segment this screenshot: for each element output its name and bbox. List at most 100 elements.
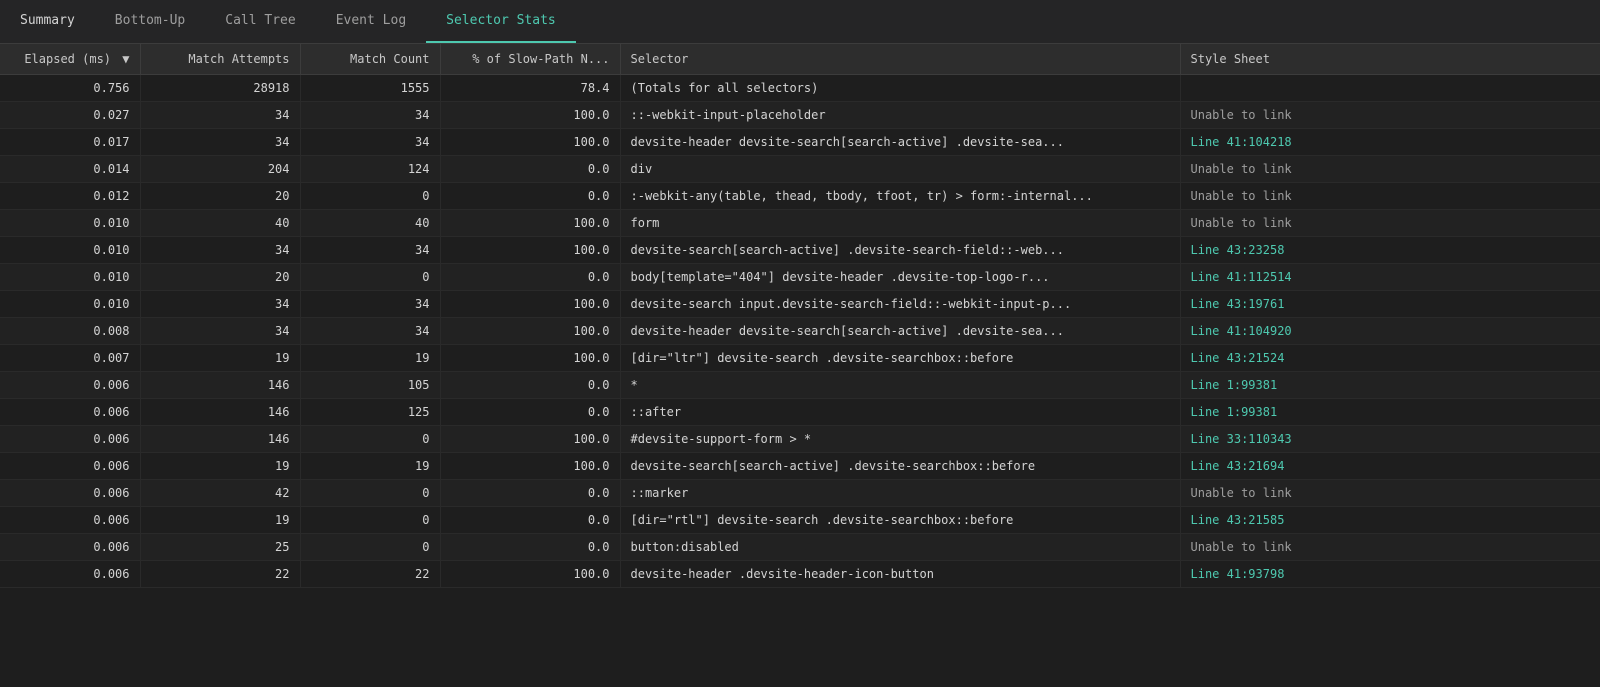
col-header-match-count[interactable]: Match Count: [300, 44, 440, 75]
cell-match-count: 34: [300, 129, 440, 156]
cell-stylesheet[interactable]: Line 43:21694: [1180, 453, 1600, 480]
cell-match-attempts: 20: [140, 264, 300, 291]
cell-stylesheet: Unable to link: [1180, 102, 1600, 129]
cell-match-count: 1555: [300, 75, 440, 102]
cell-selector: devsite-search[search-active] .devsite-s…: [620, 453, 1180, 480]
col-elapsed-label: Elapsed (ms): [24, 52, 111, 66]
cell-elapsed: 0.006: [0, 534, 140, 561]
cell-stylesheet: Unable to link: [1180, 534, 1600, 561]
cell-stylesheet: Unable to link: [1180, 210, 1600, 237]
cell-selector: #devsite-support-form > *: [620, 426, 1180, 453]
cell-slow-path: 0.0: [440, 183, 620, 210]
tab-selector-stats[interactable]: Selector Stats: [426, 0, 576, 43]
cell-match-count: 105: [300, 372, 440, 399]
table-row: 0.0122000.0:-webkit-any(table, thead, tb…: [0, 183, 1600, 210]
cell-elapsed: 0.006: [0, 480, 140, 507]
cell-slow-path: 100.0: [440, 561, 620, 588]
cell-stylesheet[interactable]: Line 1:99381: [1180, 372, 1600, 399]
col-match-attempts-label: Match Attempts: [188, 52, 289, 66]
table-row: 0.0102000.0body[template="404"] devsite-…: [0, 264, 1600, 291]
cell-slow-path: 100.0: [440, 291, 620, 318]
table-row: 0.0062222100.0devsite-header .devsite-he…: [0, 561, 1600, 588]
cell-elapsed: 0.017: [0, 129, 140, 156]
cell-elapsed: 0.008: [0, 318, 140, 345]
cell-match-attempts: 146: [140, 372, 300, 399]
cell-stylesheet[interactable]: Line 43:21585: [1180, 507, 1600, 534]
table-row: 0.0104040100.0formUnable to link: [0, 210, 1600, 237]
cell-elapsed: 0.006: [0, 507, 140, 534]
cell-elapsed: 0.027: [0, 102, 140, 129]
cell-stylesheet[interactable]: Line 1:99381: [1180, 399, 1600, 426]
cell-match-attempts: 204: [140, 156, 300, 183]
cell-match-count: 34: [300, 291, 440, 318]
col-match-count-label: Match Count: [350, 52, 429, 66]
cell-slow-path: 78.4: [440, 75, 620, 102]
col-header-selector[interactable]: Selector: [620, 44, 1180, 75]
table-row: 0.0061461250.0::afterLine 1:99381: [0, 399, 1600, 426]
cell-selector: devsite-header devsite-search[search-act…: [620, 318, 1180, 345]
table-row: 0.0064200.0::markerUnable to link: [0, 480, 1600, 507]
cell-match-attempts: 34: [140, 129, 300, 156]
cell-selector: devsite-search input.devsite-search-fiel…: [620, 291, 1180, 318]
table-row: 0.0061460100.0#devsite-support-form > *L…: [0, 426, 1600, 453]
cell-match-count: 34: [300, 102, 440, 129]
table-row: 0.0083434100.0devsite-header devsite-sea…: [0, 318, 1600, 345]
cell-match-count: 34: [300, 318, 440, 345]
cell-match-attempts: 28918: [140, 75, 300, 102]
table-row: 0.0173434100.0devsite-header devsite-sea…: [0, 129, 1600, 156]
tab-call-tree[interactable]: Call Tree: [205, 0, 315, 43]
cell-elapsed: 0.007: [0, 345, 140, 372]
cell-selector: [dir="ltr"] devsite-search .devsite-sear…: [620, 345, 1180, 372]
tab-event-log[interactable]: Event Log: [316, 0, 426, 43]
cell-elapsed: 0.006: [0, 453, 140, 480]
cell-stylesheet[interactable]: Line 41:104920: [1180, 318, 1600, 345]
cell-elapsed: 0.010: [0, 264, 140, 291]
table-row: 0.0103434100.0devsite-search input.devsi…: [0, 291, 1600, 318]
cell-match-attempts: 146: [140, 399, 300, 426]
col-header-stylesheet[interactable]: Style Sheet: [1180, 44, 1600, 75]
cell-match-attempts: 19: [140, 507, 300, 534]
cell-match-count: 0: [300, 264, 440, 291]
cell-match-count: 19: [300, 453, 440, 480]
tab-bar: SummaryBottom-UpCall TreeEvent LogSelect…: [0, 0, 1600, 44]
col-header-slow-path[interactable]: % of Slow-Path N...: [440, 44, 620, 75]
col-header-elapsed[interactable]: Elapsed (ms) ▼: [0, 44, 140, 75]
cell-match-count: 125: [300, 399, 440, 426]
cell-stylesheet[interactable]: Line 41:112514: [1180, 264, 1600, 291]
cell-match-count: 19: [300, 345, 440, 372]
cell-stylesheet[interactable]: Line 41:104218: [1180, 129, 1600, 156]
tab-summary[interactable]: Summary: [0, 0, 95, 43]
cell-elapsed: 0.010: [0, 210, 140, 237]
table-row: 0.0103434100.0devsite-search[search-acti…: [0, 237, 1600, 264]
cell-selector: form: [620, 210, 1180, 237]
cell-match-count: 0: [300, 426, 440, 453]
cell-stylesheet[interactable]: Line 43:23258: [1180, 237, 1600, 264]
sort-icon: ▼: [122, 52, 129, 66]
cell-slow-path: 0.0: [440, 372, 620, 399]
cell-elapsed: 0.006: [0, 399, 140, 426]
cell-stylesheet[interactable]: Line 43:19761: [1180, 291, 1600, 318]
cell-match-attempts: 40: [140, 210, 300, 237]
cell-match-attempts: 34: [140, 237, 300, 264]
cell-match-attempts: 19: [140, 453, 300, 480]
cell-slow-path: 0.0: [440, 507, 620, 534]
cell-selector: button:disabled: [620, 534, 1180, 561]
cell-stylesheet[interactable]: Line 41:93798: [1180, 561, 1600, 588]
cell-stylesheet[interactable]: Line 33:110343: [1180, 426, 1600, 453]
col-header-match-attempts[interactable]: Match Attempts: [140, 44, 300, 75]
cell-stylesheet: [1180, 75, 1600, 102]
cell-slow-path: 100.0: [440, 210, 620, 237]
cell-match-count: 0: [300, 534, 440, 561]
cell-stylesheet: Unable to link: [1180, 480, 1600, 507]
cell-match-attempts: 19: [140, 345, 300, 372]
cell-slow-path: 0.0: [440, 534, 620, 561]
cell-slow-path: 100.0: [440, 129, 620, 156]
cell-slow-path: 0.0: [440, 399, 620, 426]
tab-bottom-up[interactable]: Bottom-Up: [95, 0, 205, 43]
cell-slow-path: 100.0: [440, 345, 620, 372]
cell-match-count: 124: [300, 156, 440, 183]
cell-match-count: 0: [300, 183, 440, 210]
table-header-row: Elapsed (ms) ▼ Match Attempts Match Coun…: [0, 44, 1600, 75]
cell-selector: ::-webkit-input-placeholder: [620, 102, 1180, 129]
cell-stylesheet[interactable]: Line 43:21524: [1180, 345, 1600, 372]
